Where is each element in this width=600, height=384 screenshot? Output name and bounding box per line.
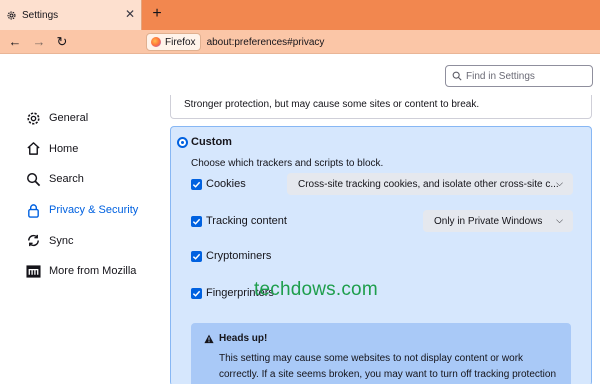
tab-title: Settings: [22, 9, 59, 21]
warning-text: This setting may cause some websites to …: [219, 353, 557, 380]
sidebar-item-privacy-security[interactable]: Privacy & Security: [26, 195, 166, 226]
tracking-content-dropdown-value: Only in Private Windows: [434, 215, 543, 227]
sidebar-item-label: Sync: [49, 234, 74, 247]
cryptominers-row: Cryptominers: [191, 248, 271, 264]
sidebar-item-label: More from Mozilla: [49, 265, 137, 278]
tracking-content-dropdown[interactable]: Only in Private Windows ⌵: [423, 210, 573, 232]
strict-description: Stronger protection, but may cause some …: [184, 99, 480, 110]
tab-settings[interactable]: Settings ✕: [0, 0, 142, 30]
url-text[interactable]: about:preferences#privacy: [207, 37, 325, 48]
firefox-logo-icon: [151, 37, 161, 47]
chevron-down-icon: ⌵: [556, 215, 563, 225]
cookies-label: Cookies: [206, 178, 246, 190]
tracking-content-row: Tracking content: [191, 213, 287, 229]
nav-toolbar: ← → ↻ Firefox about:preferences#privacy: [0, 30, 600, 54]
forward-button[interactable]: →: [30, 33, 48, 51]
cryptominers-checkbox[interactable]: [191, 250, 202, 262]
tracking-content-label: Tracking content: [206, 215, 287, 227]
search-input[interactable]: [466, 70, 586, 82]
heads-up-warning: Heads up! This setting may cause some we…: [191, 323, 571, 384]
sidebar-item-label: General: [49, 112, 89, 125]
lock-icon: [26, 203, 41, 218]
sync-icon: [26, 233, 41, 248]
sidebar-item-general[interactable]: General: [26, 103, 166, 134]
close-tab-icon[interactable]: ✕: [125, 8, 135, 20]
chevron-down-icon: ⌵: [556, 178, 563, 188]
cookies-dropdown[interactable]: Cross-site tracking cookies, and isolate…: [287, 173, 573, 195]
privacy-main-pane: Stronger protection, but may cause some …: [170, 95, 592, 384]
identity-box[interactable]: Firefox: [146, 33, 201, 51]
cookies-dropdown-value: Cross-site tracking cookies, and isolate…: [298, 178, 559, 190]
search-icon: [452, 71, 462, 81]
custom-description: Choose which trackers and scripts to blo…: [191, 158, 384, 169]
new-tab-button[interactable]: +: [148, 5, 166, 23]
gear-icon: [7, 11, 16, 19]
cookies-checkbox[interactable]: [191, 178, 202, 190]
sidebar-item-sync[interactable]: Sync: [26, 225, 166, 256]
gear-icon: [26, 111, 41, 126]
sidebar-item-more-from-mozilla[interactable]: More from Mozilla: [26, 256, 166, 287]
strict-option-box: Stronger protection, but may cause some …: [170, 95, 592, 119]
sidebar-item-search[interactable]: Search: [26, 164, 166, 195]
checkmark-icon: [192, 181, 201, 188]
sidebar: General Home Search Privacy & Security S…: [26, 103, 166, 287]
tracking-content-checkbox[interactable]: [191, 215, 202, 227]
checkmark-icon: [192, 290, 201, 297]
settings-page: General Home Search: [0, 55, 600, 384]
reload-button[interactable]: ↻: [53, 33, 71, 51]
back-button[interactable]: ←: [6, 33, 24, 51]
search-icon: [26, 172, 41, 187]
custom-option-box: Custom Choose which trackers and scripts…: [170, 126, 592, 384]
settings-search[interactable]: [445, 65, 593, 87]
sidebar-item-label: Search: [49, 173, 84, 186]
fingerprinters-checkbox[interactable]: [191, 287, 202, 299]
custom-title: Custom: [191, 136, 232, 148]
watermark: techdows.com: [254, 279, 378, 300]
sidebar-item-label: Privacy & Security: [49, 204, 139, 217]
warning-icon: [204, 334, 214, 344]
sidebar-item-label: Home: [49, 142, 79, 155]
sidebar-item-home[interactable]: Home: [26, 134, 166, 165]
warning-title: Heads up!: [219, 333, 268, 344]
cookies-row: Cookies: [191, 176, 246, 192]
tab-strip: Settings ✕ +: [0, 0, 600, 30]
url-bar[interactable]: Firefox about:preferences#privacy: [146, 32, 546, 52]
cryptominers-label: Cryptominers: [206, 250, 272, 262]
checkmark-icon: [192, 218, 201, 225]
custom-radio[interactable]: [177, 137, 188, 148]
mozilla-icon: [26, 264, 41, 279]
identity-label: Firefox: [165, 36, 196, 48]
home-icon: [26, 141, 41, 156]
checkmark-icon: [192, 253, 201, 260]
